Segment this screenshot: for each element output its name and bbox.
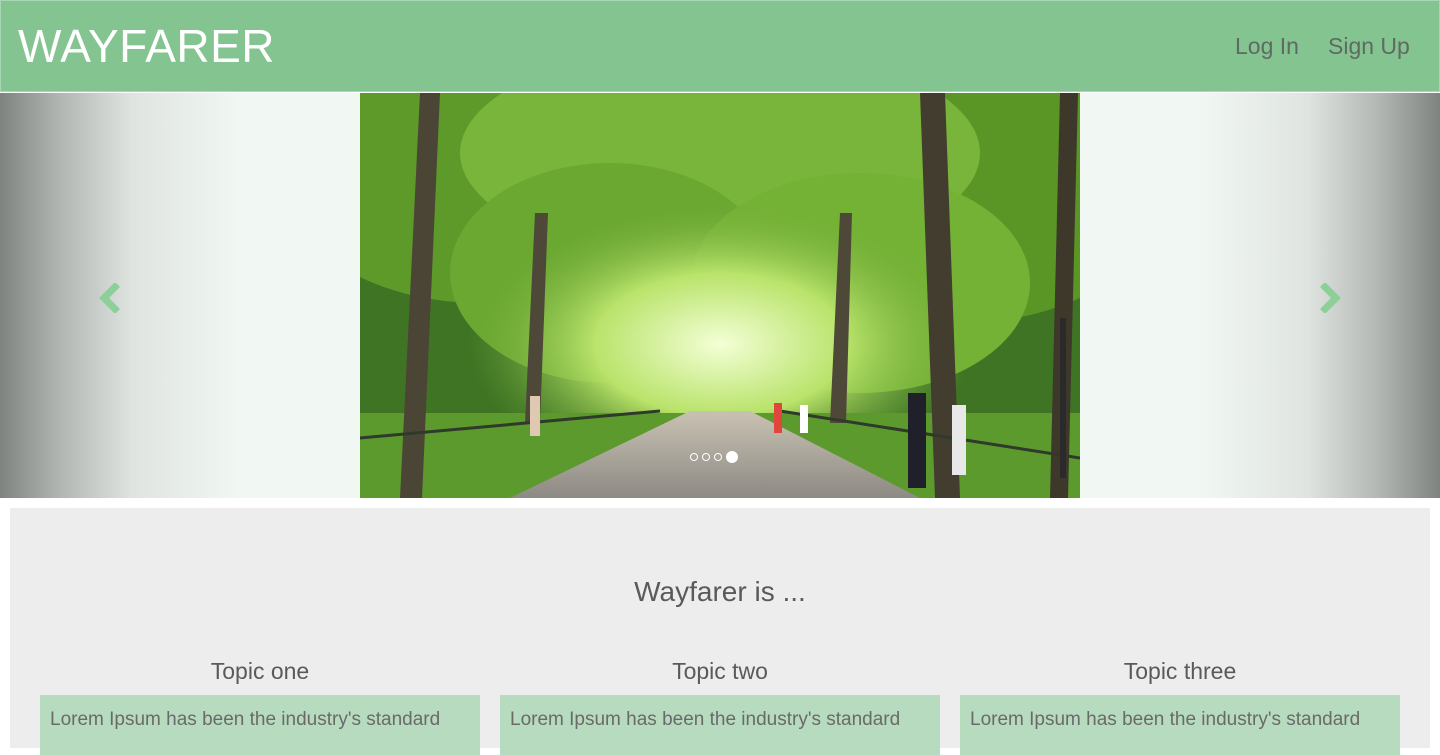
topic-card: Topic one Lorem Ipsum has been the indus…: [40, 658, 480, 755]
topic-title: Topic two: [672, 658, 768, 684]
carousel-indicator[interactable]: [690, 453, 698, 461]
topic-body: Lorem Ipsum has been the industry's stan…: [40, 695, 480, 755]
login-link[interactable]: Log In: [1235, 33, 1299, 60]
navbar: WAYFARER Log In Sign Up: [0, 0, 1440, 92]
about-section: Wayfarer is ... Topic one Lorem Ipsum ha…: [10, 508, 1430, 755]
slide-image: [360, 93, 1080, 498]
topic-body: Lorem Ipsum has been the industry's stan…: [500, 695, 940, 755]
chevron-right-icon[interactable]: [1314, 282, 1344, 314]
section-title: Wayfarer is ...: [634, 576, 806, 607]
topic-body: Lorem Ipsum has been the industry's stan…: [960, 695, 1400, 755]
topic-card: Topic two Lorem Ipsum has been the indus…: [500, 658, 940, 755]
chevron-left-icon[interactable]: [96, 282, 126, 314]
carousel-indicator[interactable]: [702, 453, 710, 461]
carousel-indicator[interactable]: [714, 453, 722, 461]
signup-link[interactable]: Sign Up: [1328, 33, 1410, 60]
topic-card: Topic three Lorem Ipsum has been the ind…: [960, 658, 1400, 755]
topic-title: Topic three: [1123, 658, 1237, 684]
image-carousel: [0, 93, 1440, 498]
carousel-indicator-active[interactable]: [726, 451, 738, 463]
carousel-indicators: [690, 450, 738, 464]
brand-logo[interactable]: WAYFARER: [18, 19, 275, 73]
topic-title: Topic one: [210, 658, 310, 684]
park-promenade-image: [360, 93, 1080, 498]
